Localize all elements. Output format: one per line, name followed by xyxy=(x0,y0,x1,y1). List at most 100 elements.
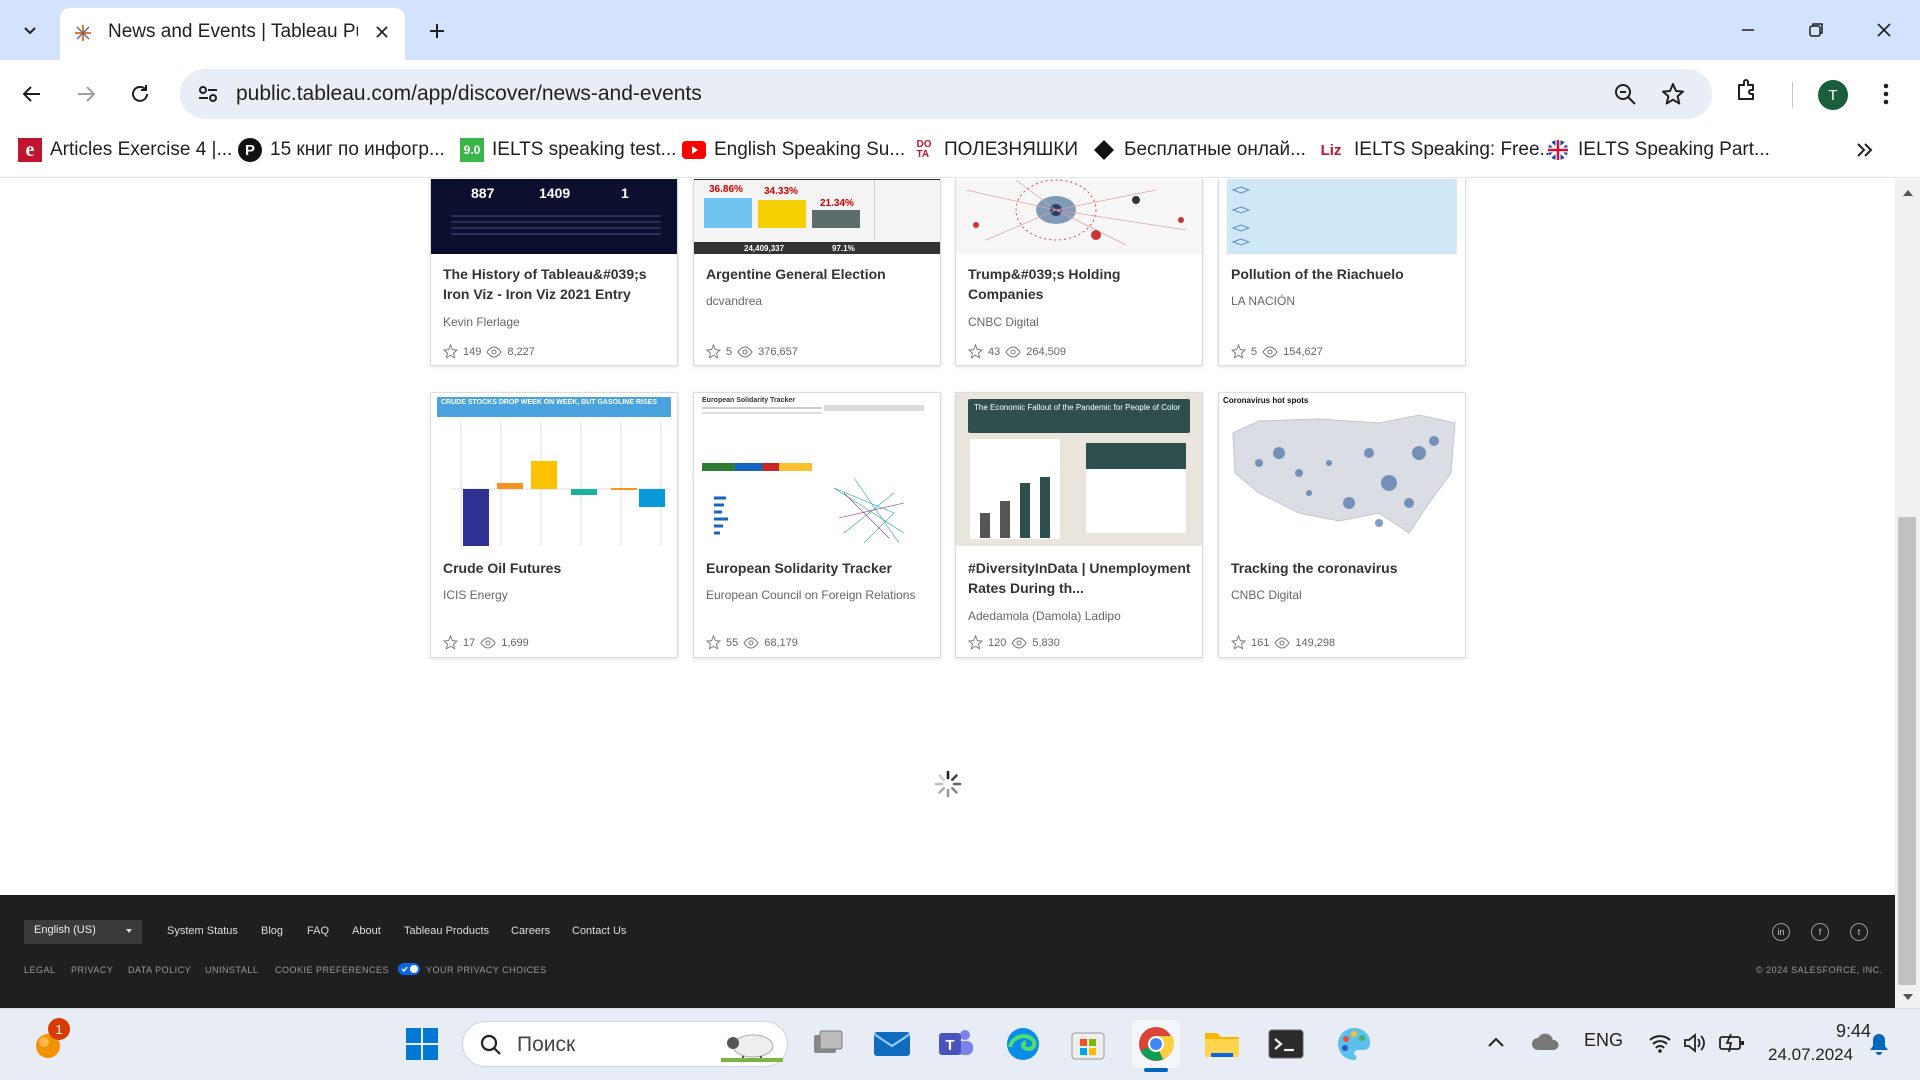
clock-time[interactable]: 9:44 xyxy=(1836,1021,1871,1042)
kebab-menu-icon[interactable] xyxy=(1876,80,1896,108)
scrollbar-thumb[interactable] xyxy=(1898,517,1916,985)
bookmark-item[interactable]: 9.0 IELTS speaking test... xyxy=(460,128,676,172)
viz-author[interactable]: Adedamola (Damola) Ladipo xyxy=(968,609,1194,623)
bookmark-item[interactable]: e Articles Exercise 4 |... xyxy=(18,128,232,172)
scroll-up-arrow-icon[interactable] xyxy=(1902,188,1914,198)
restore-button[interactable] xyxy=(1796,14,1836,46)
scroll-down-arrow-icon[interactable] xyxy=(1902,992,1914,1002)
footer-link-blog[interactable]: Blog xyxy=(261,925,283,937)
viz-author[interactable]: CNBC Digital xyxy=(968,315,1194,329)
viz-title[interactable]: European Solidarity Tracker xyxy=(706,558,932,578)
viz-title[interactable]: The History of Tableau&#039;s Iron Viz -… xyxy=(443,264,669,304)
close-tab-icon[interactable] xyxy=(370,20,394,44)
viz-card[interactable]: Coronavirus hot spots Tracking the coron… xyxy=(1218,392,1466,658)
footer-link-faq[interactable]: FAQ xyxy=(307,925,329,937)
footer-legal-link[interactable]: LEGAL xyxy=(24,965,56,975)
bookmark-item[interactable]: English Speaking Su... xyxy=(682,128,905,172)
teams-app-button[interactable]: T xyxy=(932,1020,980,1068)
bookmarks-overflow-button[interactable] xyxy=(1854,128,1874,172)
viz-card[interactable]: The Economic Fallout of the Pandemic for… xyxy=(955,392,1203,658)
viz-title[interactable]: Pollution of the Riachuelo xyxy=(1231,264,1457,284)
chrome-app-button[interactable] xyxy=(1132,1020,1180,1068)
footer-link-about[interactable]: About xyxy=(352,925,381,937)
star-icon[interactable] xyxy=(706,635,721,650)
viz-title[interactable]: #DiversityInData | Unemployment Rates Du… xyxy=(968,558,1194,598)
notification-bell-icon[interactable] xyxy=(1868,1032,1890,1056)
footer-link-contact-us[interactable]: Contact Us xyxy=(572,925,626,937)
footer-privacy-link[interactable]: PRIVACY xyxy=(71,965,113,975)
star-icon[interactable] xyxy=(1231,635,1246,650)
input-language[interactable]: ENG xyxy=(1584,1030,1623,1051)
profile-avatar[interactable]: T xyxy=(1818,80,1848,110)
footer-link-tableau-products[interactable]: Tableau Products xyxy=(404,925,489,937)
wifi-icon[interactable] xyxy=(1648,1032,1672,1054)
folder-icon xyxy=(1205,1033,1239,1057)
viz-author[interactable]: LA NACIÓN xyxy=(1231,294,1457,308)
facebook-icon[interactable]: f xyxy=(1811,923,1829,941)
start-button[interactable] xyxy=(398,1020,446,1068)
viz-card[interactable]: Trump&#039;s Holding Companies CNBC Digi… xyxy=(955,179,1203,366)
volume-icon[interactable] xyxy=(1682,1032,1706,1054)
file-explorer-button[interactable] xyxy=(1198,1020,1246,1068)
star-icon[interactable] xyxy=(443,344,458,359)
back-button[interactable] xyxy=(12,74,52,114)
bookmark-item[interactable]: Бесплатные онлай... xyxy=(1092,128,1306,172)
viz-card[interactable]: 887 1409 1 The History of Tableau&#039;s… xyxy=(430,179,678,366)
footer-link-careers[interactable]: Careers xyxy=(511,925,550,937)
store-app-button[interactable] xyxy=(1064,1020,1112,1068)
active-tab[interactable]: News and Events | Tableau Publ xyxy=(60,8,405,60)
star-icon[interactable] xyxy=(1231,344,1246,359)
bookmark-item[interactable]: IELTS Speaking Part... xyxy=(1546,128,1770,172)
clock-date[interactable]: 24.07.2024 xyxy=(1768,1045,1853,1065)
viz-title[interactable]: Tracking the coronavirus xyxy=(1231,558,1457,578)
viz-title[interactable]: Trump&#039;s Holding Companies xyxy=(968,264,1194,304)
search-icon xyxy=(479,1033,503,1057)
viz-title[interactable]: Argentine General Election xyxy=(706,264,932,284)
site-info-icon[interactable] xyxy=(196,82,220,106)
footer-link-system-status[interactable]: System Status xyxy=(167,925,238,937)
battery-charging-icon[interactable] xyxy=(1718,1032,1746,1054)
close-window-button[interactable] xyxy=(1864,14,1904,46)
viz-author[interactable]: dcvandrea xyxy=(706,294,932,308)
footer-privacy-choices-link[interactable]: YOUR PRIVACY CHOICES xyxy=(426,965,547,975)
viz-card[interactable]: European Solidarity Tracker European Sol… xyxy=(693,392,941,658)
extensions-icon[interactable] xyxy=(1734,76,1762,104)
twitter-icon[interactable]: t xyxy=(1850,923,1868,941)
forward-button[interactable] xyxy=(66,74,106,114)
footer-cookie-preferences-link[interactable]: COOKIE PREFERENCES xyxy=(275,965,389,975)
viz-card[interactable]: Pollution of the Riachuelo LA NACIÓN 5 1… xyxy=(1218,179,1466,366)
edge-app-button[interactable] xyxy=(999,1020,1047,1068)
viz-card[interactable]: CRUDE STOCKS DROP WEEK ON WEEK, BUT GASO… xyxy=(430,392,678,658)
tab-search-button[interactable] xyxy=(12,12,48,48)
footer-uninstall-link[interactable]: UNINSTALL xyxy=(205,965,258,975)
tableau-app-button[interactable] xyxy=(1330,1020,1378,1068)
star-icon[interactable] xyxy=(443,635,458,650)
zoom-icon[interactable] xyxy=(1612,81,1638,107)
viz-author[interactable]: European Council on Foreign Relations xyxy=(706,588,932,602)
show-hidden-icons-chevron-up-icon[interactable] xyxy=(1486,1034,1506,1050)
viz-author[interactable]: ICIS Energy xyxy=(443,588,669,602)
star-icon[interactable] xyxy=(706,344,721,359)
taskbar-search[interactable]: Поиск xyxy=(462,1021,788,1067)
minimize-button[interactable] xyxy=(1728,14,1768,46)
bookmark-star-icon[interactable] xyxy=(1660,81,1686,107)
viz-author[interactable]: CNBC Digital xyxy=(1231,588,1457,602)
viz-author[interactable]: Kevin Flerlage xyxy=(443,315,669,329)
onedrive-cloud-icon[interactable] xyxy=(1530,1032,1560,1052)
reload-button[interactable] xyxy=(120,74,160,114)
star-icon[interactable] xyxy=(968,344,983,359)
bookmark-item[interactable]: Liz IELTS Speaking: Free... xyxy=(1316,128,1556,172)
star-icon[interactable] xyxy=(968,635,983,650)
viz-card[interactable]: 36.86% 34.33% 21.34% 24,409,337 97.1% Ar… xyxy=(693,179,941,366)
task-view-button[interactable] xyxy=(804,1020,852,1068)
bookmark-item[interactable]: DO TA ПОЛЕЗНЯШКИ xyxy=(912,128,1079,172)
terminal-app-button[interactable] xyxy=(1262,1020,1310,1068)
footer-data-policy-link[interactable]: DATA POLICY xyxy=(128,965,191,975)
viz-title[interactable]: Crude Oil Futures xyxy=(443,558,669,578)
new-tab-button[interactable] xyxy=(422,16,452,46)
address-bar[interactable]: public.tableau.com/app/discover/news-and… xyxy=(180,69,1712,119)
linkedin-icon[interactable]: in xyxy=(1772,923,1790,941)
mail-app-button[interactable] xyxy=(868,1020,916,1068)
bookmark-item[interactable]: P 15 книг по инфогр... xyxy=(238,128,445,172)
language-select[interactable]: English (US) xyxy=(24,920,142,944)
